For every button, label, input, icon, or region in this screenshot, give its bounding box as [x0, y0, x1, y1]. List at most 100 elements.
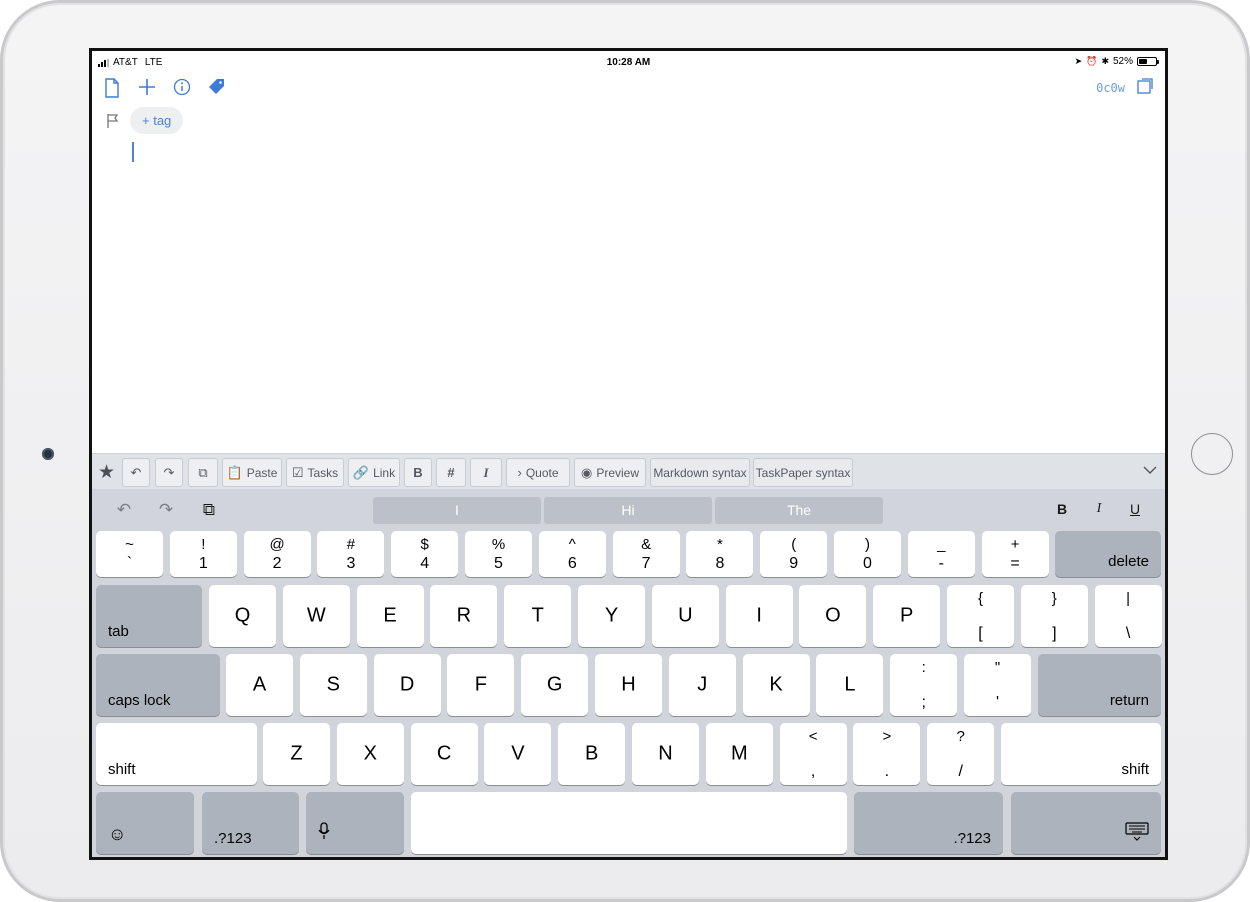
letter-key-b[interactable]: B	[558, 723, 626, 785]
letter-key-x[interactable]: X	[336, 723, 404, 785]
undo-button[interactable]: ↶	[122, 458, 150, 487]
letter-key-w-label: W	[306, 604, 326, 627]
number-key-bottom-label: -	[938, 555, 944, 572]
letter-key-u[interactable]: U	[651, 585, 719, 647]
editor-area[interactable]	[122, 139, 1165, 449]
letter-key-z[interactable]: Z	[263, 723, 330, 785]
copy-button[interactable]: ⧉	[188, 458, 218, 487]
letter-key-h[interactable]: H	[595, 654, 662, 716]
return-key[interactable]: return	[1038, 654, 1161, 716]
bold-key[interactable]: B	[1053, 501, 1071, 517]
add-tag-button[interactable]: + tag	[130, 107, 184, 134]
add-icon[interactable]	[135, 78, 159, 100]
link-button[interactable]: 🔗 Link	[348, 458, 400, 487]
taskpaper-syntax-button[interactable]: TaskPaper syntax	[753, 458, 853, 487]
letter-key-o[interactable]: O	[799, 585, 867, 647]
suggestion-3[interactable]: The	[715, 497, 883, 524]
suggestion-2[interactable]: Hi	[544, 497, 712, 524]
letter-key-y-label: Y	[604, 604, 619, 627]
paste-button[interactable]: 📋 Paste	[222, 458, 282, 487]
tag-icon[interactable]	[205, 78, 229, 100]
space-bar[interactable]	[411, 792, 847, 854]
letter-key-s[interactable]: S	[299, 654, 367, 716]
letter-key-k[interactable]: K	[742, 654, 810, 716]
letter-key-i[interactable]: I	[725, 585, 793, 647]
symbol-key[interactable]: | \	[1094, 585, 1162, 647]
numbers-key-left[interactable]: .?123	[202, 792, 299, 854]
redo-button[interactable]: ↷	[155, 458, 183, 487]
redo-icon[interactable]: ↷	[154, 500, 178, 520]
symbol-key[interactable]: >.	[853, 723, 921, 785]
home-button[interactable]	[1191, 433, 1233, 475]
right-shift-key[interactable]: shift	[1001, 723, 1161, 785]
suggestion-1[interactable]: I	[373, 497, 541, 524]
symbol-key[interactable]: " '	[964, 654, 1031, 716]
italic-button[interactable]: I	[470, 458, 502, 487]
number-key[interactable]: ! 1	[169, 531, 237, 577]
letter-key-a[interactable]: A	[226, 654, 293, 716]
number-key[interactable]: + =	[981, 531, 1049, 577]
letter-key-j[interactable]: J	[668, 654, 736, 716]
preview-button[interactable]: ◉ Preview	[574, 458, 646, 487]
letter-key-t[interactable]: T	[504, 585, 572, 647]
number-key[interactable]: $4	[391, 531, 459, 577]
letter-key-f[interactable]: F	[447, 654, 515, 716]
word-count[interactable]: 0c0w	[1096, 81, 1125, 95]
number-key[interactable]: ) 0	[834, 531, 901, 577]
chevron-down-icon[interactable]	[1143, 463, 1157, 477]
heading-button[interactable]: #	[436, 458, 466, 487]
letter-key-y[interactable]: Y	[578, 585, 645, 647]
caps-lock-key[interactable]: caps lock	[96, 654, 220, 716]
symbol-key[interactable]: <,	[779, 723, 847, 785]
battery-icon	[1137, 57, 1159, 66]
undo-icon[interactable]: ↶	[112, 500, 136, 520]
letter-key-n[interactable]: N	[632, 723, 699, 785]
number-key[interactable]: ~ `	[96, 531, 163, 577]
dismiss-keyboard-key[interactable]	[1011, 792, 1161, 854]
number-key[interactable]: & 7	[612, 531, 680, 577]
number-key[interactable]: @2	[243, 531, 311, 577]
clock: 10:28 AM	[606, 57, 651, 68]
number-key[interactable]: ^ 6	[538, 531, 606, 577]
dictation-key[interactable]	[306, 792, 404, 854]
number-key[interactable]: _ -	[907, 531, 975, 577]
tab-label: tab	[108, 623, 129, 640]
numbers-key-right[interactable]: .?123	[854, 792, 1003, 854]
number-key[interactable]: (9	[760, 531, 828, 577]
left-shift-key[interactable]: shift	[96, 723, 257, 785]
letter-key-l[interactable]: L	[816, 654, 884, 716]
letter-key-m[interactable]: M	[705, 723, 773, 785]
number-key[interactable]: % 5	[465, 531, 532, 577]
tasks-button[interactable]: ☑ Tasks	[286, 458, 344, 487]
letter-key-w[interactable]: W	[282, 585, 350, 647]
letter-key-q[interactable]: Q	[209, 585, 276, 647]
tab-key[interactable]: tab	[96, 585, 202, 647]
symbol-key[interactable]: :;	[890, 654, 958, 716]
letter-key-g[interactable]: G	[521, 654, 589, 716]
quote-button[interactable]: › Quote	[506, 458, 570, 487]
symbol-key[interactable]: }]	[1020, 585, 1088, 647]
letter-key-c[interactable]: C	[410, 723, 478, 785]
underline-key[interactable]: U	[1126, 501, 1144, 517]
number-key-top-label: $	[420, 536, 429, 553]
italic-key[interactable]: I	[1090, 501, 1108, 517]
emoji-key[interactable]: ☺	[96, 792, 194, 854]
delete-key[interactable]: delete	[1055, 531, 1161, 577]
markdown-syntax-button[interactable]: Markdown syntax	[650, 458, 750, 487]
info-icon[interactable]	[170, 78, 194, 100]
letter-key-r[interactable]: R	[430, 585, 498, 647]
symbol-key[interactable]: ? /	[927, 723, 995, 785]
symbol-key[interactable]: {[	[947, 585, 1014, 647]
letter-key-e[interactable]: E	[356, 585, 424, 647]
export-icon[interactable]	[1133, 78, 1157, 98]
number-key[interactable]: * 8	[686, 531, 754, 577]
letter-key-v[interactable]: V	[484, 723, 552, 785]
bold-button[interactable]: B	[404, 458, 432, 487]
new-document-icon[interactable]	[100, 78, 124, 102]
paste-icon[interactable]: ⧉	[197, 500, 221, 520]
number-key[interactable]: #3	[317, 531, 385, 577]
letter-key-p[interactable]: P	[873, 585, 941, 647]
letter-key-d[interactable]: D	[373, 654, 441, 716]
flag-icon[interactable]	[106, 113, 120, 129]
star-icon[interactable]: ★	[98, 461, 115, 484]
